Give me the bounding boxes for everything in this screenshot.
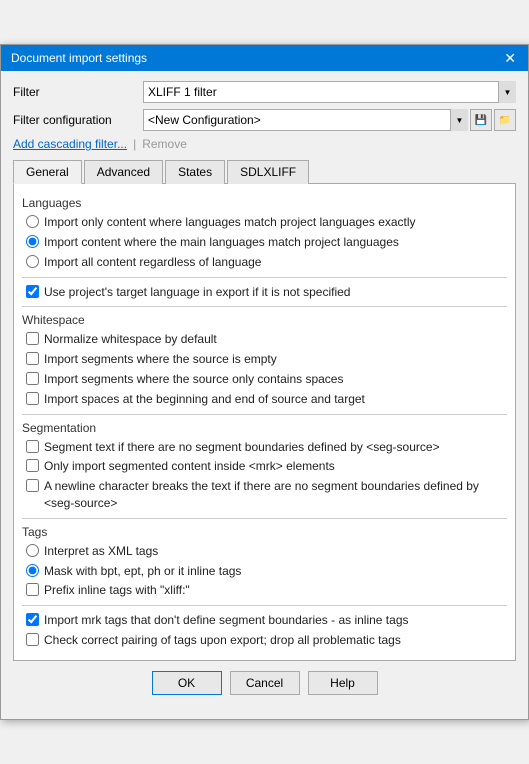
bottom-divider [22,605,507,606]
lang-radio-label-1: Import only content where languages matc… [44,214,416,231]
lang-radio-input-3[interactable] [26,255,39,268]
save-icon: 💾 [475,115,487,126]
seg-row-3: A newline character breaks the text if t… [22,478,507,512]
tag-radio-1: Interpret as XML tags [22,543,507,560]
filter-dropdown-wrap: XLIFF 1 filter ▼ [143,81,516,103]
ws-checkbox-1[interactable] [26,332,39,345]
dialog-footer: OK Cancel Help [13,661,516,707]
filter-dropdown[interactable]: XLIFF 1 filter [143,81,516,103]
tag-radio-input-1[interactable] [26,544,39,557]
seg-label-3: A newline character breaks the text if t… [44,478,507,512]
ws-row-4: Import spaces at the beginning and end o… [22,391,507,408]
tags-top-divider [22,518,507,519]
filter-config-dropdown-wrap: <New Configuration> ▼ [143,109,468,131]
filter-config-dropdown[interactable]: <New Configuration> [143,109,468,131]
lang-radio-input-2[interactable] [26,235,39,248]
tags-heading: Tags [22,525,507,539]
tag-radio-label-1: Interpret as XML tags [44,543,158,560]
cancel-button[interactable]: Cancel [230,671,300,695]
segmentation-top-divider [22,414,507,415]
bot-row-1: Import mrk tags that don't define segmen… [22,612,507,629]
ws-row-2: Import segments where the source is empt… [22,351,507,368]
seg-row-2: Only import segmented content inside <mr… [22,458,507,475]
seg-checkbox-1[interactable] [26,440,39,453]
save-config-button[interactable]: 💾 [470,109,492,131]
ws-checkbox-3[interactable] [26,372,39,385]
lang-divider [22,277,507,278]
segmentation-heading: Segmentation [22,421,507,435]
lang-checkbox[interactable] [26,285,39,298]
bot-row-2: Check correct pairing of tags upon expor… [22,632,507,649]
ws-label-3: Import segments where the source only co… [44,371,343,388]
filter-config-label: Filter configuration [13,113,143,127]
seg-label-1: Segment text if there are no segment bou… [44,439,440,456]
ws-label-2: Import segments where the source is empt… [44,351,277,368]
remove-link: Remove [142,137,187,151]
tag-check-label: Prefix inline tags with "xliff:" [44,582,190,599]
whitespace-top-divider [22,306,507,307]
lang-radio-3: Import all content regardless of languag… [22,254,507,271]
document-import-dialog: Document import settings ✕ Filter XLIFF … [0,44,529,720]
ok-button[interactable]: OK [152,671,222,695]
add-cascading-link[interactable]: Add cascading filter... [13,137,127,151]
seg-row-1: Segment text if there are no segment bou… [22,439,507,456]
ws-row-1: Normalize whitespace by default [22,331,507,348]
tag-radio-label-2: Mask with bpt, ept, ph or it inline tags [44,563,241,580]
link-separator: | [133,137,136,151]
tag-radio-input-2[interactable] [26,564,39,577]
dialog-content: Filter XLIFF 1 filter ▼ Filter configura… [1,71,528,719]
tabs-bar: General Advanced States SDLXLIFF [13,159,516,184]
tab-advanced[interactable]: Advanced [84,160,163,184]
filter-row: Filter XLIFF 1 filter ▼ [13,81,516,103]
lang-radio-1: Import only content where languages matc… [22,214,507,231]
filter-control: XLIFF 1 filter ▼ [143,81,516,103]
tag-checkbox[interactable] [26,583,39,596]
seg-checkbox-2[interactable] [26,459,39,472]
bot-label-2: Check correct pairing of tags upon expor… [44,632,401,649]
tab-sdlxliff[interactable]: SDLXLIFF [227,160,309,184]
title-bar: Document import settings ✕ [1,45,528,71]
folder-icon: 📁 [499,115,511,126]
lang-radio-2: Import content where the main languages … [22,234,507,251]
ws-label-1: Normalize whitespace by default [44,331,217,348]
bot-label-1: Import mrk tags that don't define segmen… [44,612,409,629]
close-button[interactable]: ✕ [502,51,518,65]
dialog-title: Document import settings [11,51,147,65]
whitespace-heading: Whitespace [22,313,507,327]
tab-general-content: Languages Import only content where lang… [13,184,516,661]
lang-radio-input-1[interactable] [26,215,39,228]
lang-radio-label-2: Import content where the main languages … [44,234,399,251]
filter-label: Filter [13,85,143,99]
tab-general[interactable]: General [13,160,82,184]
bot-checkbox-1[interactable] [26,613,39,626]
lang-check-row: Use project's target language in export … [22,284,507,301]
tab-states[interactable]: States [165,160,225,184]
languages-heading: Languages [22,196,507,210]
links-row: Add cascading filter... | Remove [13,137,516,151]
lang-radio-label-3: Import all content regardless of languag… [44,254,261,271]
tag-radio-2: Mask with bpt, ept, ph or it inline tags [22,563,507,580]
filter-config-row: Filter configuration <New Configuration>… [13,109,516,131]
filter-config-control: <New Configuration> ▼ 💾 📁 [143,109,516,131]
ws-row-3: Import segments where the source only co… [22,371,507,388]
ws-checkbox-4[interactable] [26,392,39,405]
open-config-button[interactable]: 📁 [494,109,516,131]
ws-checkbox-2[interactable] [26,352,39,365]
help-button[interactable]: Help [308,671,378,695]
lang-checkbox-label: Use project's target language in export … [44,284,350,301]
seg-checkbox-3[interactable] [26,479,39,492]
tag-check-row: Prefix inline tags with "xliff:" [22,582,507,599]
seg-label-2: Only import segmented content inside <mr… [44,458,335,475]
bot-checkbox-2[interactable] [26,633,39,646]
ws-label-4: Import spaces at the beginning and end o… [44,391,365,408]
